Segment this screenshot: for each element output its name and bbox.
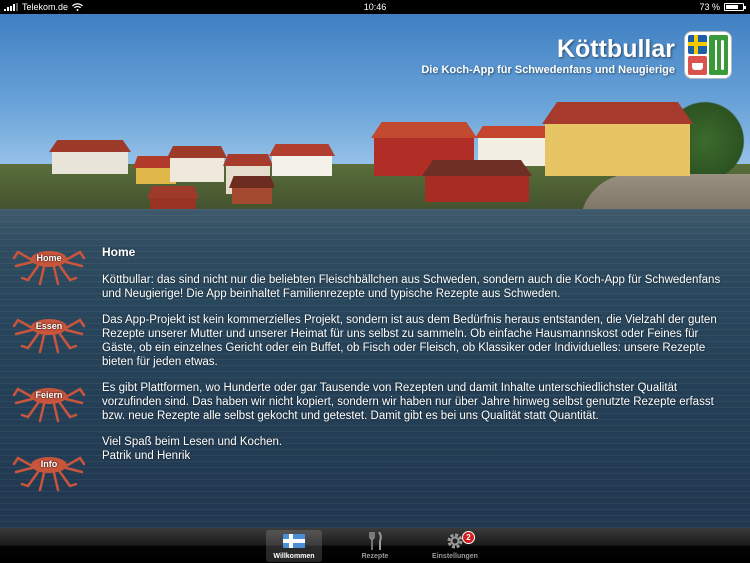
signature: Patrik und Henrik bbox=[102, 450, 191, 462]
fork-knife-icon bbox=[369, 532, 382, 550]
project-paragraph: Das App-Projekt ist kein kommerzielles P… bbox=[102, 314, 717, 368]
house bbox=[422, 160, 532, 202]
fork-knife-icon bbox=[709, 35, 728, 75]
status-time: 10:46 bbox=[363, 2, 387, 12]
house bbox=[542, 102, 693, 176]
tab-label: Einstellungen bbox=[432, 553, 478, 560]
nav-crab-essen[interactable]: Essen bbox=[10, 316, 88, 356]
nav-crab-label: Feiern bbox=[35, 390, 63, 400]
house bbox=[269, 144, 335, 176]
house bbox=[147, 186, 199, 210]
house bbox=[167, 146, 227, 182]
notification-badge: 2 bbox=[462, 531, 475, 544]
nav-crab-label: Home bbox=[36, 253, 62, 263]
house bbox=[49, 140, 131, 174]
tab-label: Rezepte bbox=[361, 553, 389, 560]
quality-paragraph: Es gibt Plattformen, wo Hunderte oder ga… bbox=[102, 382, 714, 422]
tab-label: Willkommen bbox=[273, 553, 315, 560]
status-bar: Telekom.de 10:46 73 % bbox=[0, 0, 750, 14]
closing-line: Viel Spaß beim Lesen und Kochen. bbox=[102, 436, 283, 448]
swedish-flag-icon bbox=[688, 35, 707, 54]
tab-einstellungen[interactable]: 2 Einstellungen bbox=[427, 530, 483, 562]
nav-crab-feiern[interactable]: Feiern bbox=[10, 385, 88, 425]
tab-rezepte[interactable]: Rezepte bbox=[347, 530, 403, 562]
pot-icon bbox=[688, 56, 707, 75]
nav-crab-label: Essen bbox=[35, 321, 63, 331]
tab-willkommen[interactable]: Willkommen bbox=[266, 530, 322, 562]
app-subtitle: Die Koch-App für Schwedenfans und Neugie… bbox=[421, 64, 675, 76]
intro-paragraph: Köttbullar: das sind nicht nur die belie… bbox=[102, 274, 721, 300]
swedish-flag-icon bbox=[283, 534, 305, 548]
page-title: Home bbox=[102, 245, 136, 259]
app-title: Köttbullar bbox=[556, 35, 675, 63]
tab-bar: Willkommen Rezepte 2 Einstellungen bbox=[0, 528, 750, 563]
main-content: Home Köttbullar: das sind nicht nur die … bbox=[102, 245, 730, 463]
battery-icon bbox=[724, 3, 746, 11]
house bbox=[229, 176, 275, 204]
nav-crab-label: Info bbox=[40, 459, 58, 469]
nav-crab-home[interactable]: Home bbox=[10, 248, 88, 288]
nav-crab-info[interactable]: Info bbox=[10, 454, 88, 494]
koettbullar-logo-icon bbox=[684, 31, 732, 79]
battery-percent: 73 % bbox=[699, 2, 720, 12]
